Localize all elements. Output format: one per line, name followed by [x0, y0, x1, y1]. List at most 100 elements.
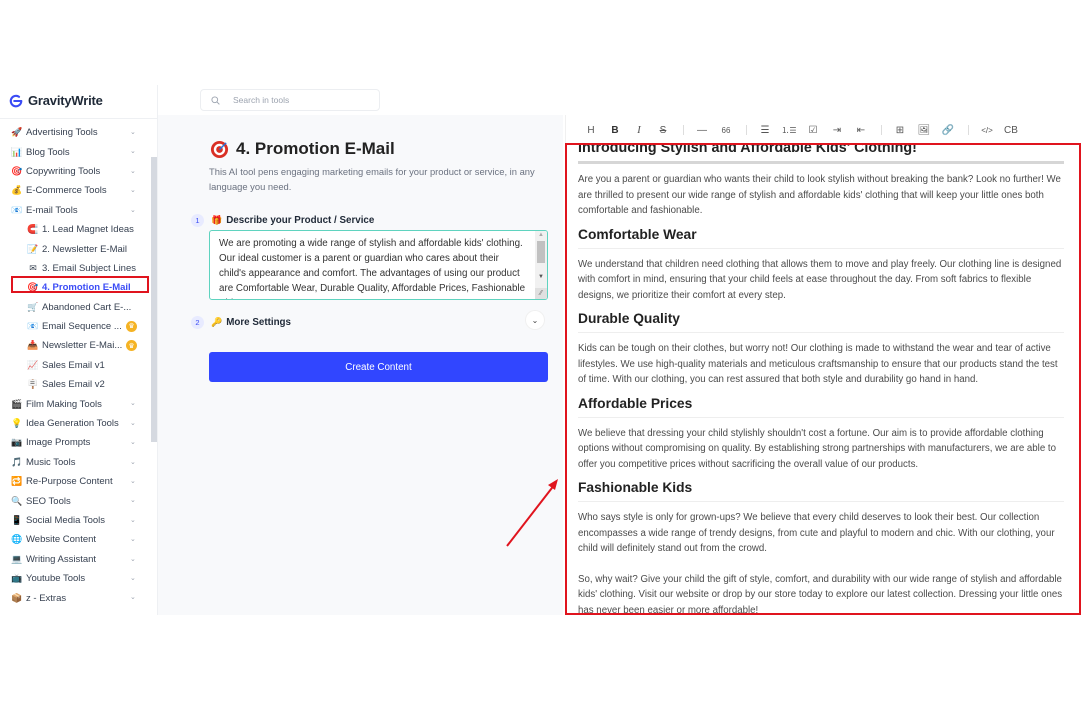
sidebar-item[interactable]: 🌐 Website Content ⌄ — [0, 530, 150, 549]
step-more-settings[interactable]: 2 🔑 More Settings — [191, 316, 291, 329]
product-description-field[interactable]: We are promoting a wide range of stylish… — [209, 230, 548, 300]
sidebar-item[interactable]: 🔁 Re-Purpose Content ⌄ — [0, 472, 150, 491]
indent-icon[interactable]: ⇥ — [826, 119, 848, 141]
sidebar-item[interactable]: 💡 Idea Generation Tools ⌄ — [0, 414, 150, 433]
search-box[interactable] — [200, 89, 380, 111]
image-icon[interactable]: 🖼 — [913, 119, 935, 141]
quote-icon[interactable]: 66 — [715, 119, 737, 141]
box-icon: 📦 — [11, 592, 23, 603]
phone-icon: 📱 — [11, 515, 23, 525]
crown-premium-icon: ♛ — [126, 320, 137, 332]
search-icon — [211, 95, 220, 105]
sidebar-item[interactable]: 🪧 Sales Email v2 — [0, 375, 150, 394]
sidebar-item[interactable]: 📊 Blog Tools ⌄ — [0, 142, 150, 161]
logo[interactable]: GravityWrite — [9, 93, 103, 108]
scroll-down-icon[interactable]: ▼ — [538, 274, 544, 280]
chevron-down-icon[interactable]: ⌄ — [130, 574, 136, 582]
lightbulb-icon: 💡 — [11, 418, 23, 429]
heading-icon[interactable]: H — [580, 119, 602, 141]
sidebar-item[interactable]: 📺 Youtube Tools ⌄ — [0, 569, 150, 588]
chevron-down-icon[interactable]: ⌄ — [130, 593, 136, 601]
toolbar-separator — [968, 125, 969, 135]
task-list-icon[interactable]: ☑ — [802, 119, 824, 141]
tool-form-panel: 4. Promotion E-Mail This AI tool pens en… — [158, 115, 563, 615]
inbox-icon: 📥 — [27, 340, 39, 351]
chevron-down-icon[interactable]: ⌄ — [130, 167, 136, 175]
sidebar-item[interactable]: 💻 Writing Assistant ⌄ — [0, 550, 150, 569]
chevron-down-icon[interactable]: ⌄ — [130, 516, 136, 524]
horizontal-rule-icon[interactable]: — — [691, 119, 713, 141]
chevron-down-icon[interactable]: ⌄ — [130, 535, 136, 543]
sidebar-item[interactable]: 🛒 Abandoned Cart E-... — [0, 298, 150, 317]
chevron-down-icon[interactable]: ⌄ — [130, 399, 136, 407]
sidebar-scrollbar[interactable] — [151, 157, 157, 442]
textarea-scrollbar[interactable]: ▲ ▼ ⁄⁄ — [535, 231, 547, 299]
bullet-list-icon[interactable]: ☰ — [754, 119, 776, 141]
gravitywrite-logo-icon — [9, 94, 23, 107]
sidebar-item[interactable]: 📥 Newsletter E-Mai... ♛ — [0, 336, 150, 355]
section-body: Who says style is only for grown-ups? We… — [578, 512, 1055, 554]
chevron-down-icon[interactable]: ⌄ — [130, 186, 136, 194]
strike-icon[interactable]: S — [652, 119, 674, 141]
editor-content[interactable]: Introducing Stylish and Affordable Kids'… — [566, 143, 1064, 613]
chevron-down-icon[interactable]: ⌄ — [130, 477, 136, 485]
section-body: Kids can be tough on their clothes, but … — [578, 343, 1058, 385]
highlight-annotation — [11, 276, 149, 293]
sidebar-item[interactable]: 🚀 Advertising Tools ⌄ — [0, 123, 150, 142]
italic-icon[interactable]: I — [628, 119, 650, 141]
chevron-down-icon[interactable]: ⌄ — [130, 147, 136, 155]
sidebar-item[interactable]: 🔍 SEO Tools ⌄ — [0, 491, 150, 510]
bold-icon[interactable]: B — [604, 119, 626, 141]
sidebar-item-label: Idea Generation Tools — [26, 418, 119, 430]
sidebar-item[interactable]: 💰 E-Commerce Tools ⌄ — [0, 181, 150, 200]
scroll-thumb[interactable] — [537, 241, 545, 263]
music-icon: 🎵 — [11, 456, 23, 467]
sidebar-item[interactable]: 📈 Sales Email v1 — [0, 356, 150, 375]
sidebar-item-label: Website Content — [26, 534, 97, 546]
scroll-up-icon[interactable]: ▲ — [538, 232, 544, 238]
money-bag-icon: 💰 — [11, 185, 23, 196]
email-closing: So, why wait? Give your child the gift o… — [578, 573, 1063, 614]
sidebar-item[interactable]: 📦 z - Extras ⌄ — [0, 588, 150, 607]
sidebar-item[interactable]: 📧 E-mail Tools ⌄ — [0, 201, 150, 220]
code-icon[interactable]: </> — [976, 119, 998, 141]
sidebar-item-label: Re-Purpose Content — [26, 476, 113, 488]
outdent-icon[interactable]: ⇤ — [850, 119, 872, 141]
sidebar: GravityWrite 🚀 Advertising Tools ⌄ 📊 Blog To… — [0, 85, 158, 615]
code-block-icon[interactable]: CB — [1000, 119, 1022, 141]
chevron-down-icon[interactable]: ⌄ — [130, 128, 136, 136]
chevron-down-icon[interactable]: ⌄ — [130, 555, 136, 563]
page-title: 4. Promotion E-Mail — [236, 139, 395, 158]
sidebar-item[interactable]: 📝 2. Newsletter E-Mail — [0, 239, 150, 258]
section-heading: Affordable Prices — [578, 394, 1064, 418]
search-input[interactable] — [231, 94, 365, 106]
chevron-down-icon[interactable]: ⌄ — [130, 419, 136, 427]
sidebar-item[interactable]: 📱 Social Media Tools ⌄ — [0, 511, 150, 530]
chevron-down-icon[interactable]: ⌄ — [130, 438, 136, 446]
create-content-button[interactable]: Create Content — [209, 352, 548, 382]
envelope-x-icon: ✉ — [29, 262, 37, 273]
resize-handle-icon[interactable]: ⁄⁄ — [535, 288, 547, 299]
cart-icon: 🛒 — [27, 301, 39, 312]
chevron-down-icon[interactable]: ⌄ — [130, 458, 136, 466]
rocket-icon: 🚀 — [11, 127, 23, 138]
sidebar-item[interactable]: 🎬 Film Making Tools ⌄ — [0, 394, 150, 413]
sidebar-item[interactable]: 🧲 1. Lead Magnet Ideas — [0, 220, 150, 239]
sidebar-item[interactable]: 📷 Image Prompts ⌄ — [0, 433, 150, 452]
section-heading: Fashionable Kids — [578, 478, 1064, 502]
ordered-list-icon[interactable]: ⒈☰ — [778, 119, 800, 141]
expand-settings-button[interactable]: ⌄ — [526, 311, 544, 329]
product-description-input[interactable]: We are promoting a wide range of stylish… — [210, 231, 535, 299]
table-icon[interactable]: ⊞ — [889, 119, 911, 141]
sidebar-item[interactable]: 🎯 Copywriting Tools ⌄ — [0, 162, 150, 181]
sidebar-item-label: Film Making Tools — [26, 398, 102, 410]
toolbar-separator — [746, 125, 747, 135]
chevron-down-icon[interactable]: ⌄ — [130, 206, 136, 214]
link-icon[interactable]: 🔗 — [937, 119, 959, 141]
sidebar-item-label: 3. Email Subject Lines — [42, 262, 136, 274]
app-window: GravityWrite 🚀 Advertising Tools ⌄ 📊 Blog To… — [0, 85, 1083, 615]
sidebar-item-label: Sales Email v1 — [42, 359, 105, 371]
chevron-down-icon[interactable]: ⌄ — [130, 496, 136, 504]
sidebar-item[interactable]: 📧 Email Sequence ... ♛ — [0, 317, 150, 336]
sidebar-item[interactable]: 🎵 Music Tools ⌄ — [0, 453, 150, 472]
